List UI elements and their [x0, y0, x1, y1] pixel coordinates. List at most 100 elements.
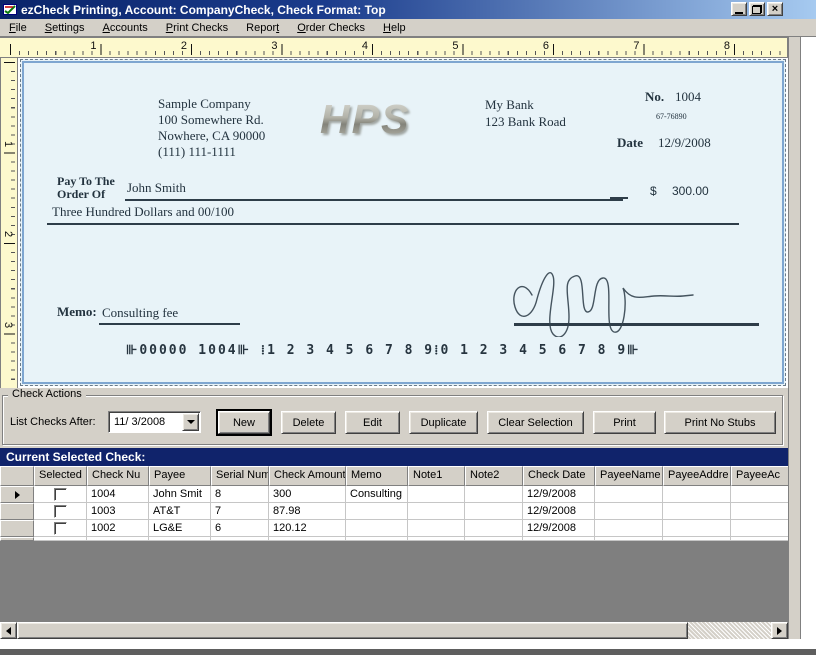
- duplicate-button[interactable]: Duplicate: [409, 411, 478, 434]
- grid-cell[interactable]: [465, 520, 523, 537]
- date-picker-value: 11/ 3/2008: [114, 416, 166, 428]
- clear-selection-button[interactable]: Clear Selection: [487, 411, 584, 434]
- right-margin-strip: [788, 37, 801, 649]
- grid-cell[interactable]: [595, 503, 663, 520]
- amount-pre-line: [610, 197, 628, 199]
- title-bar[interactable]: ezCheck Printing, Account: CompanyCheck,…: [0, 0, 816, 19]
- menu-settings[interactable]: Settings: [36, 19, 94, 37]
- bottom-spacer: [0, 639, 816, 649]
- edit-button[interactable]: Edit: [345, 411, 400, 434]
- scrollbar-thumb[interactable]: [17, 622, 688, 639]
- menu-accounts[interactable]: Accounts: [94, 19, 157, 37]
- company-logo: HPS: [320, 96, 411, 142]
- grid-cell[interactable]: [408, 520, 465, 537]
- grid-cell[interactable]: [465, 486, 523, 503]
- new-button[interactable]: New: [216, 409, 272, 436]
- list-checks-after-date-picker[interactable]: 11/ 3/2008: [108, 411, 201, 433]
- grid-cell[interactable]: [465, 503, 523, 520]
- hruler-number: 3: [271, 40, 278, 52]
- grid-cell[interactable]: 1003: [87, 503, 149, 520]
- grid-cell[interactable]: [346, 503, 408, 520]
- column-header-selected[interactable]: Selected: [34, 466, 87, 486]
- column-header-check-nu[interactable]: Check Nu: [87, 466, 149, 486]
- table-row[interactable]: 1003 AT&T 7 87.98 12/9/2008: [0, 503, 788, 520]
- menu-report[interactable]: Report: [237, 19, 288, 37]
- scroll-right-button[interactable]: [771, 622, 788, 639]
- grid-cell[interactable]: [408, 486, 465, 503]
- restore-icon: [752, 4, 762, 14]
- column-header-check-date[interactable]: Check Date: [523, 466, 595, 486]
- print-no-stubs-button[interactable]: Print No Stubs: [664, 411, 776, 434]
- grid-cell[interactable]: [595, 520, 663, 537]
- scroll-left-button[interactable]: [0, 622, 17, 639]
- selected-cell[interactable]: [34, 486, 87, 503]
- grid-cell[interactable]: 6: [211, 520, 269, 537]
- grid-cell[interactable]: 300: [269, 486, 346, 503]
- company-phone: (111) 111-1111: [158, 144, 236, 159]
- selected-checkbox[interactable]: [53, 521, 67, 535]
- print-button[interactable]: Print: [593, 411, 656, 434]
- grid-cell[interactable]: [663, 486, 731, 503]
- grid-cell[interactable]: [663, 520, 731, 537]
- horizontal-scrollbar[interactable]: [0, 622, 788, 639]
- grid-filler-area: [0, 541, 788, 622]
- window-title: ezCheck Printing, Account: CompanyCheck,…: [21, 2, 386, 17]
- menu-help[interactable]: Help: [374, 19, 415, 37]
- grid-cell[interactable]: [595, 486, 663, 503]
- grid-cell[interactable]: 8: [211, 486, 269, 503]
- grid-cell[interactable]: 120.12: [269, 520, 346, 537]
- grid-cell[interactable]: [731, 486, 788, 503]
- column-header-note2[interactable]: Note2: [465, 466, 523, 486]
- bank-fraction: 67-76890: [656, 112, 687, 121]
- company-address2: Nowhere, CA 90000: [158, 128, 266, 143]
- checks-table: Selected Check Nu Payee Serial Num Check Amo…: [0, 466, 788, 537]
- check-actions-label: Check Actions: [8, 388, 86, 400]
- grid-cell[interactable]: 1004: [87, 486, 149, 503]
- app-icon: [3, 4, 17, 15]
- delete-button[interactable]: Delete: [281, 411, 336, 434]
- minimize-icon: [735, 11, 743, 14]
- grid-cell[interactable]: 87.98: [269, 503, 346, 520]
- menu-order-checks[interactable]: Order Checks: [288, 19, 374, 37]
- grid-cell[interactable]: [346, 520, 408, 537]
- grid-cell[interactable]: [731, 503, 788, 520]
- column-header-payeename[interactable]: PayeeName: [595, 466, 663, 486]
- minimize-button[interactable]: [731, 2, 747, 16]
- table-row[interactable]: 1002 LG&E 6 120.12 12/9/2008: [0, 520, 788, 537]
- grid-cell[interactable]: LG&E: [149, 520, 211, 537]
- column-header-payee[interactable]: Payee: [149, 466, 211, 486]
- hruler-number: 1: [90, 40, 97, 52]
- row-selector[interactable]: [0, 503, 34, 520]
- grid-cell[interactable]: 12/9/2008: [523, 503, 595, 520]
- column-header-check-amount[interactable]: Check Amount: [269, 466, 346, 486]
- row-selector[interactable]: [0, 520, 34, 537]
- payee-name: John Smith: [127, 180, 186, 195]
- selected-cell[interactable]: [34, 503, 87, 520]
- column-header-memo[interactable]: Memo: [346, 466, 408, 486]
- menu-print-checks[interactable]: Print Checks: [157, 19, 237, 37]
- selected-cell[interactable]: [34, 520, 87, 537]
- column-header-serial-num[interactable]: Serial Num: [211, 466, 269, 486]
- check-preview-outline: Sample Company 100 Somewhere Rd. Nowhere…: [20, 59, 786, 386]
- restore-button[interactable]: [749, 2, 765, 16]
- grid-cell[interactable]: [731, 520, 788, 537]
- grid-cell[interactable]: 12/9/2008: [523, 520, 595, 537]
- grid-cell[interactable]: AT&T: [149, 503, 211, 520]
- grid-cell[interactable]: [408, 503, 465, 520]
- grid-cell[interactable]: Consulting: [346, 486, 408, 503]
- close-button[interactable]: ×: [767, 2, 783, 16]
- date-picker-dropdown-button[interactable]: [182, 413, 199, 431]
- grid-cell[interactable]: 7: [211, 503, 269, 520]
- selected-checkbox[interactable]: [53, 487, 67, 501]
- grid-cell[interactable]: 12/9/2008: [523, 486, 595, 503]
- row-selector[interactable]: [0, 486, 34, 503]
- grid-cell[interactable]: John Smit: [149, 486, 211, 503]
- grid-cell[interactable]: [663, 503, 731, 520]
- column-header-payeeaddre[interactable]: PayeeAddre: [663, 466, 731, 486]
- column-header-note1[interactable]: Note1: [408, 466, 465, 486]
- table-row[interactable]: 1004 John Smit 8 300 Consulting 12/9/2008: [0, 486, 788, 503]
- selected-checkbox[interactable]: [53, 504, 67, 518]
- column-header-payeeac[interactable]: PayeeAc: [731, 466, 788, 486]
- grid-cell[interactable]: 1002: [87, 520, 149, 537]
- menu-file[interactable]: File: [0, 19, 36, 37]
